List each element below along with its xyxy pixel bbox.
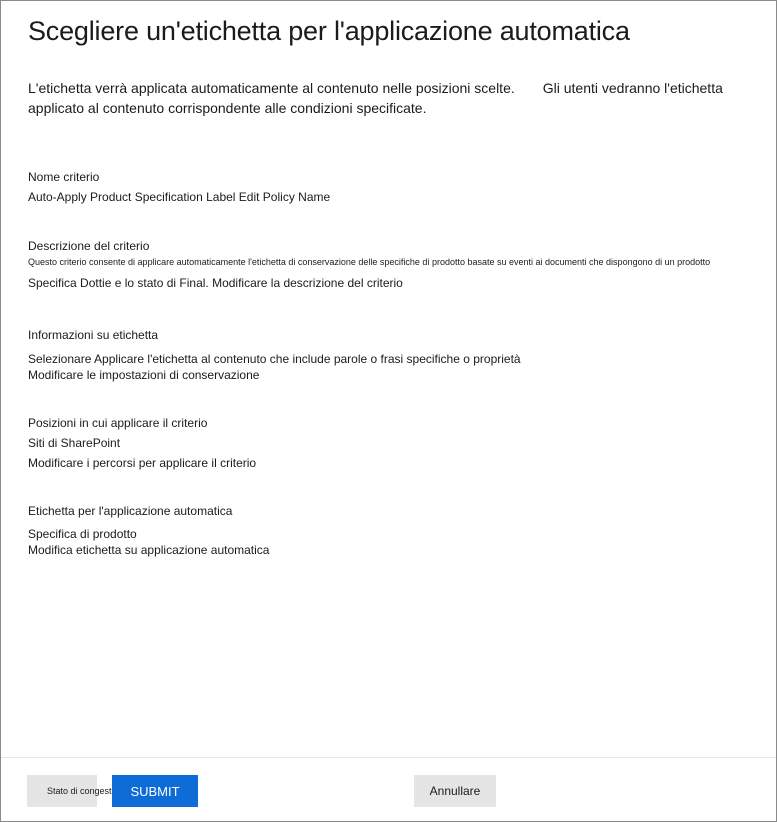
edit-auto-label-link[interactable]: Modifica etichetta su applicazione autom… [28, 542, 748, 558]
label-info-value: Selezionare Applicare l'etichetta al con… [28, 352, 521, 366]
policy-name-label: Nome criterio [28, 170, 100, 184]
submit-button[interactable]: SUBMIT [112, 775, 198, 807]
cancel-button[interactable]: Annullare [414, 775, 496, 807]
label-info-label: Informazioni su etichetta [28, 328, 159, 342]
footer-divider [1, 757, 776, 758]
policy-description-line1: Questo criterio consente di applicare au… [28, 257, 711, 267]
dialog-intro: L'etichetta verrà applicata automaticame… [28, 78, 748, 118]
policy-name-value: Auto-Apply Product Specification Label E… [28, 190, 331, 204]
dialog-title: Scegliere un'etichetta per l'applicazion… [28, 16, 630, 46]
intro-text-part1: L'etichetta verrà applicata automaticame… [28, 80, 515, 96]
auto-label-section: Etichetta per l'applicazione automatica … [28, 503, 748, 558]
locations-value: Siti di SharePoint [28, 436, 121, 450]
edit-locations-link[interactable]: Modificare i percorsi per applicare il c… [28, 455, 748, 471]
locations-section: Posizioni in cui applicare il criterio S… [28, 415, 748, 471]
policy-description-line2[interactable]: Specifica Dottie e lo stato di Final. Mo… [28, 275, 748, 291]
edit-retention-settings-link[interactable]: Modificare le impostazioni di conservazi… [28, 367, 748, 383]
auto-label-label: Etichetta per l'applicazione automatica [28, 504, 233, 518]
policy-description-section: Descrizione del criterio Questo criterio… [28, 238, 748, 291]
auto-label-value: Specifica di prodotto [28, 527, 137, 541]
auto-label-dialog: Scegliere un'etichetta per l'applicazion… [0, 0, 777, 822]
policy-description-label: Descrizione del criterio [28, 239, 150, 253]
label-info-section: Informazioni su etichetta Selezionare Ap… [28, 327, 748, 383]
congestion-status-button[interactable]: Stato di congestione [27, 775, 129, 807]
locations-label: Posizioni in cui applicare il criterio [28, 416, 208, 430]
policy-name-section: Nome criterio Auto-Apply Product Specifi… [28, 169, 748, 205]
